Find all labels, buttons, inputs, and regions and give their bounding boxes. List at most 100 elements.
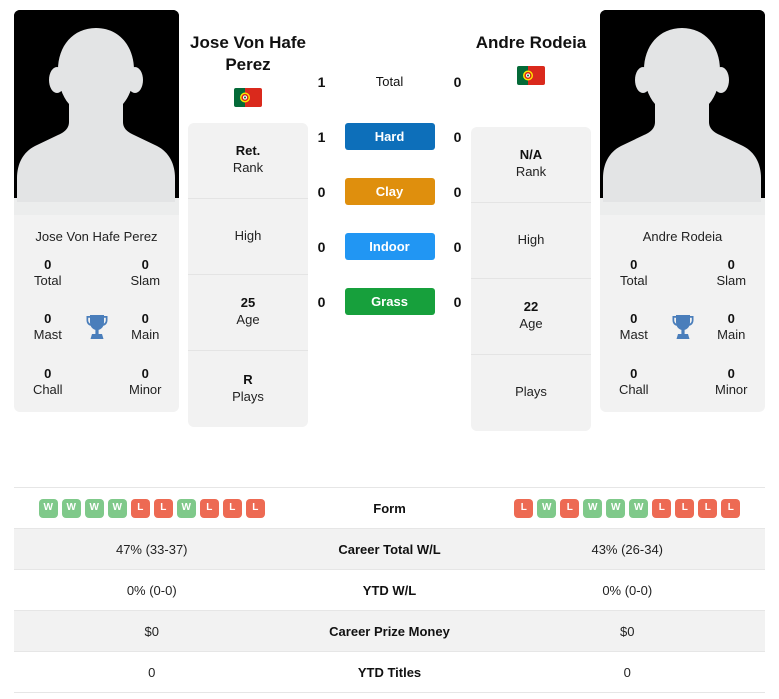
right-titles-total: 0 Total (606, 257, 662, 290)
left-titles-minor: 0 Minor (118, 366, 174, 399)
right-titles-minor-value: 0 (727, 365, 735, 381)
left-titles-chall: 0 Chall (20, 366, 76, 399)
left-player-info-column: Jose Von Hafe Perez Ret. Rank High 25 Ag… (188, 10, 308, 427)
h2h-indoor-right-score: 0 (453, 238, 462, 255)
left-player-name: Jose Von Hafe Perez (188, 10, 308, 76)
left-info-rank-value: Ret. (235, 143, 261, 159)
portugal-flag-icon (517, 65, 545, 85)
table-row-form: WWWWLLWLLL Form LWLWWWLLLL (14, 488, 765, 529)
right-player-titles-card: Andre Rodeia 0 Total 0 Slam 0 Mast 0 Mai… (600, 215, 765, 413)
left-titles-minor-label: Minor (128, 381, 162, 397)
left-titles-total-label: Total (34, 272, 62, 288)
right-info-age-value: 22 (523, 299, 539, 315)
left-career-total-wl: 47% (33-37) (115, 541, 188, 557)
right-titles-mast-label: Mast (619, 327, 648, 343)
left-player-photo (14, 10, 179, 215)
trophy-icon (672, 315, 693, 340)
left-player-name-line1: Jose Von Hafe (190, 33, 306, 52)
right-player-name: Andre Rodeia (471, 10, 591, 54)
left-career-prize-money: $0 (144, 623, 159, 639)
row-label-ytd-titles: YTD Titles (357, 664, 422, 680)
right-titles-total-label: Total (620, 272, 648, 288)
player-comparison-section: Jose Von Hafe Perez 0 Total 0 Slam 0 Mas… (0, 0, 779, 470)
right-info-rank-label: Rank (515, 164, 547, 180)
h2h-clay-label: Clay (344, 178, 435, 205)
left-form-badge: L (130, 498, 150, 518)
left-info-plays: R Plays (188, 351, 308, 427)
h2h-hard-label: Hard (344, 123, 435, 150)
right-form-badge: L (721, 498, 741, 518)
right-titles-minor: 0 Minor (704, 366, 760, 399)
right-info-age-label: Age (519, 316, 543, 332)
left-form-badge: L (153, 498, 173, 518)
right-info-high: High (471, 203, 591, 279)
right-titles-main: 0 Main (704, 311, 760, 344)
left-info-age: 25 Age (188, 275, 308, 351)
right-form-badge: L (698, 498, 718, 518)
right-form-badge: L (675, 498, 695, 518)
right-info-plays: Plays (471, 355, 591, 431)
left-titles-main: 0 Main (118, 311, 174, 344)
right-titles-mast: 0 Mast (606, 311, 662, 344)
left-titles-mast: 0 Mast (20, 311, 76, 344)
left-player-titles-card: Jose Von Hafe Perez 0 Total 0 Slam 0 Mas… (14, 215, 179, 413)
left-info-age-value: 25 (240, 295, 256, 311)
right-form-badge: W (583, 498, 603, 518)
right-titles-grid: 0 Total 0 Slam 0 Mast 0 Main 0 Chall 0 M… (606, 257, 759, 399)
right-ytd-titles: 0 (623, 664, 631, 680)
right-info-plays-label: Plays (515, 384, 547, 400)
row-label-career-total-wl: Career Total W/L (338, 541, 441, 557)
left-form-badge: L (245, 498, 265, 518)
right-titles-total-value: 0 (630, 256, 638, 272)
right-info-high-label: High (517, 231, 545, 247)
left-flag-wrap (188, 87, 308, 107)
left-info-rank-label: Rank (232, 160, 264, 175)
left-form-badge: L (199, 498, 219, 518)
right-titles-mast-value: 0 (630, 311, 638, 327)
left-titles-total: 0 Total (20, 257, 76, 290)
right-player-name-line1: Andre Rodeia (475, 33, 587, 52)
right-titles-chall: 0 Chall (606, 366, 662, 399)
left-ytd-wl: 0% (0-0) (126, 582, 177, 598)
right-titles-main-value: 0 (727, 311, 735, 327)
right-form-badge: L (652, 498, 672, 518)
left-titles-chall-label: Chall (32, 381, 63, 397)
table-row-ytd-titles: 0 YTD Titles 0 (14, 652, 765, 693)
right-form-badge: L (514, 498, 534, 518)
h2h-comparison-page: Jose Von Hafe Perez 0 Total 0 Slam 0 Mas… (0, 0, 779, 699)
right-player-card-name: Andre Rodeia (642, 229, 723, 244)
right-titles-chall-value: 0 (630, 365, 638, 381)
row-label-form: Form (373, 500, 406, 516)
right-titles-slam-label: Slam (716, 272, 747, 288)
h2h-grass-right-score: 0 (453, 293, 462, 310)
right-info-rank-value: N/A (519, 147, 543, 163)
h2h-surface-column: 1 Total 0 1 Hard 0 0 Clay 0 0 Indoor 0 0 (317, 10, 462, 315)
row-label-career-prize-money: Career Prize Money (329, 623, 450, 639)
left-titles-mast-value: 0 (44, 311, 52, 327)
left-titles-total-value: 0 (44, 256, 52, 272)
right-titles-main-label: Main (717, 327, 746, 343)
h2h-row-hard: 1 Hard 0 (317, 123, 462, 150)
left-titles-mast-label: Mast (33, 327, 62, 343)
left-player-info-card: Ret. Rank High 25 Age R Plays (188, 122, 308, 427)
right-player-column: Andre Rodeia 0 Total 0 Slam 0 Mast 0 Mai… (600, 10, 765, 413)
right-trophy-icon (662, 313, 704, 341)
left-form-badge: W (61, 498, 81, 518)
left-player-name-line2: Perez (225, 54, 271, 74)
left-titles-grid: 0 Total 0 Slam 0 Mast 0 Main 0 Chall 0 M… (20, 257, 173, 399)
left-ytd-titles: 0 (148, 664, 156, 680)
row-label-ytd-wl: YTD W/L (362, 582, 417, 598)
right-titles-slam: 0 Slam (704, 257, 760, 290)
right-form-badge: L (560, 498, 580, 518)
comparison-stats-table: WWWWLLWLLL Form LWLWWWLLLL 47% (33-37) C… (14, 487, 765, 693)
right-ytd-wl: 0% (0-0) (602, 582, 653, 598)
h2h-row-clay: 0 Clay 0 (317, 178, 462, 205)
left-titles-slam-value: 0 (141, 256, 149, 272)
left-titles-slam: 0 Slam (118, 257, 174, 290)
right-form-badge: W (606, 498, 626, 518)
left-info-high-label: High (234, 227, 262, 243)
right-player-photo (600, 10, 765, 215)
h2h-clay-left-score: 0 (317, 183, 326, 200)
left-trophy-icon (76, 313, 118, 341)
right-career-prize-money: $0 (620, 623, 635, 639)
